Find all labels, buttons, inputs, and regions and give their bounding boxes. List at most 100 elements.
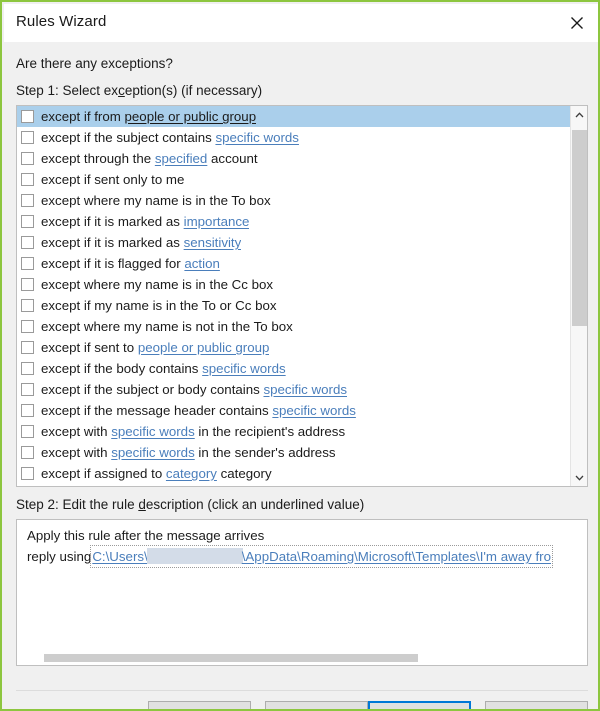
exception-text: except with bbox=[41, 445, 112, 460]
exception-checkbox[interactable] bbox=[21, 194, 34, 207]
exception-text: in the sender's address bbox=[194, 445, 336, 460]
exception-checkbox[interactable] bbox=[21, 383, 34, 396]
rule-description-box[interactable]: Apply this rule after the message arrive… bbox=[16, 519, 588, 666]
exception-label: except where my name is in the Cc box bbox=[41, 274, 273, 295]
window-title: Rules Wizard bbox=[16, 13, 107, 30]
exception-text: except where my name is not in the To bo… bbox=[41, 319, 293, 334]
exception-list-item[interactable]: except if the message header contains sp… bbox=[17, 400, 570, 421]
exceptions-list: except if from people or public group exc… bbox=[17, 106, 570, 486]
exceptions-vertical-scrollbar[interactable] bbox=[570, 106, 587, 486]
exception-text: except where my name is in the To box bbox=[41, 193, 271, 208]
description-scrollbar-thumb[interactable] bbox=[44, 654, 418, 662]
exception-list-item[interactable]: except through the specified account bbox=[17, 148, 570, 169]
exception-value-link[interactable]: specific words bbox=[111, 445, 195, 460]
exception-list-item[interactable]: except if it is marked as importance bbox=[17, 211, 570, 232]
exception-value-link[interactable]: people or public group bbox=[125, 109, 257, 124]
exception-text: except if it is marked as bbox=[41, 214, 184, 229]
exception-value-link[interactable]: specific words bbox=[263, 382, 347, 397]
exception-list-item[interactable]: except if assigned to category category bbox=[17, 463, 570, 484]
exception-list-item[interactable]: except where my name is not in the To bo… bbox=[17, 316, 570, 337]
exception-label: except if sent to people or public group bbox=[41, 337, 269, 358]
step1-prefix: Step 1: Select ex bbox=[16, 83, 119, 98]
scroll-down-button[interactable] bbox=[571, 469, 587, 486]
description-horizontal-scrollbar[interactable] bbox=[18, 652, 571, 664]
cancel-button[interactable]: Cancel bbox=[148, 701, 251, 709]
exception-checkbox[interactable] bbox=[21, 173, 34, 186]
exception-label: except with specific words in the recipi… bbox=[41, 421, 345, 442]
step2-prefix: Step 2: Edit the rule bbox=[16, 497, 139, 512]
scroll-up-button[interactable] bbox=[571, 106, 587, 123]
exception-list-item[interactable]: except if the subject contains specific … bbox=[17, 127, 570, 148]
exception-checkbox[interactable] bbox=[21, 341, 34, 354]
exception-value-link[interactable]: specific words bbox=[272, 403, 356, 418]
exception-text: except with bbox=[41, 424, 112, 439]
step1-label: Step 1: Select exception(s) (if necessar… bbox=[16, 83, 262, 98]
exception-text: except if it is flagged for bbox=[41, 256, 185, 271]
exception-checkbox[interactable] bbox=[21, 425, 34, 438]
exception-list-item[interactable]: except where my name is in the Cc box bbox=[17, 274, 570, 295]
exception-text: except where my name is in the Cc box bbox=[41, 277, 274, 292]
exception-text: except if the message header contains bbox=[41, 403, 273, 418]
exception-list-item[interactable]: except if sent only to me bbox=[17, 169, 570, 190]
exception-checkbox[interactable] bbox=[21, 110, 34, 123]
exception-value-link[interactable]: people or public group bbox=[138, 340, 270, 355]
exception-list-item[interactable]: except if my name is in the To or Cc box bbox=[17, 295, 570, 316]
exception-label: except if the body contains specific wor… bbox=[41, 358, 286, 379]
exception-list-item[interactable]: except if it is marked as sensitivity bbox=[17, 232, 570, 253]
step1-suffix: eption(s) (if necessary) bbox=[124, 83, 263, 98]
exception-label: except if assigned to category category bbox=[41, 463, 272, 484]
template-path-link[interactable]: C:\Users\ \AppData\Roaming\Microsoft\Temp… bbox=[90, 545, 553, 568]
exception-value-link[interactable]: category bbox=[166, 466, 217, 481]
exception-text: in the recipient's address bbox=[194, 424, 346, 439]
finish-button[interactable]: Finish bbox=[485, 701, 588, 709]
exception-list-item[interactable]: except if it is flagged for action bbox=[17, 253, 570, 274]
exception-list-item[interactable]: except if from people or public group bbox=[17, 106, 570, 127]
exception-checkbox[interactable] bbox=[21, 257, 34, 270]
exception-label: except if the message header contains sp… bbox=[41, 400, 356, 421]
exception-text: except if the subject contains bbox=[41, 130, 216, 145]
exception-text: except if from bbox=[41, 109, 125, 124]
exception-checkbox[interactable] bbox=[21, 152, 34, 165]
exception-list-item[interactable]: except with specific words in the sender… bbox=[17, 442, 570, 463]
exception-checkbox[interactable] bbox=[21, 215, 34, 228]
exception-text: except if sent only to me bbox=[41, 172, 185, 187]
redacted-username-block bbox=[146, 548, 243, 564]
exception-value-link[interactable]: specified bbox=[155, 151, 207, 166]
question-label: Are there any exceptions? bbox=[16, 56, 173, 71]
exception-checkbox[interactable] bbox=[21, 467, 34, 480]
close-button[interactable] bbox=[554, 4, 598, 42]
exception-label: except where my name is not in the To bo… bbox=[41, 316, 293, 337]
exception-checkbox[interactable] bbox=[21, 278, 34, 291]
exception-checkbox[interactable] bbox=[21, 131, 34, 144]
next-button[interactable]: Next > bbox=[368, 701, 471, 709]
exception-list-item[interactable]: except where my name is in the To box bbox=[17, 190, 570, 211]
exception-checkbox[interactable] bbox=[21, 320, 34, 333]
exception-label: except where my name is in the To box bbox=[41, 190, 271, 211]
title-bar: Rules Wizard bbox=[4, 4, 598, 42]
exception-label: except if the subject contains specific … bbox=[41, 127, 299, 148]
rule-description-line-1: Apply this rule after the message arrive… bbox=[27, 528, 265, 543]
exception-list-item[interactable]: except with specific words in the recipi… bbox=[17, 421, 570, 442]
exception-value-link[interactable]: sensitivity bbox=[184, 235, 242, 250]
back-button[interactable]: < Back bbox=[265, 701, 368, 709]
exception-checkbox[interactable] bbox=[21, 236, 34, 249]
exception-list-item[interactable]: except if sent to people or public group bbox=[17, 337, 570, 358]
exception-list-item[interactable]: except if the body contains specific wor… bbox=[17, 358, 570, 379]
exception-checkbox[interactable] bbox=[21, 299, 34, 312]
exception-text: except if my name is in the To or Cc box bbox=[41, 298, 277, 313]
exception-text: except if assigned to bbox=[41, 466, 166, 481]
template-path-end: \AppData\Roaming\Microsoft\Templates\I'm… bbox=[241, 549, 551, 564]
exception-value-link[interactable]: action bbox=[184, 256, 219, 271]
exception-value-link[interactable]: specific words bbox=[215, 130, 299, 145]
scrollbar-thumb[interactable] bbox=[572, 130, 587, 326]
exception-checkbox[interactable] bbox=[21, 362, 34, 375]
exception-list-item[interactable]: except if the subject or body contains s… bbox=[17, 379, 570, 400]
exceptions-listbox[interactable]: except if from people or public group exc… bbox=[16, 105, 588, 487]
exception-checkbox[interactable] bbox=[21, 446, 34, 459]
exception-checkbox[interactable] bbox=[21, 404, 34, 417]
exception-value-link[interactable]: importance bbox=[184, 214, 250, 229]
exception-value-link[interactable]: specific words bbox=[202, 361, 286, 376]
exception-text: except if sent to bbox=[41, 340, 138, 355]
exception-label: except if sent only to me bbox=[41, 169, 184, 190]
exception-value-link[interactable]: specific words bbox=[111, 424, 195, 439]
